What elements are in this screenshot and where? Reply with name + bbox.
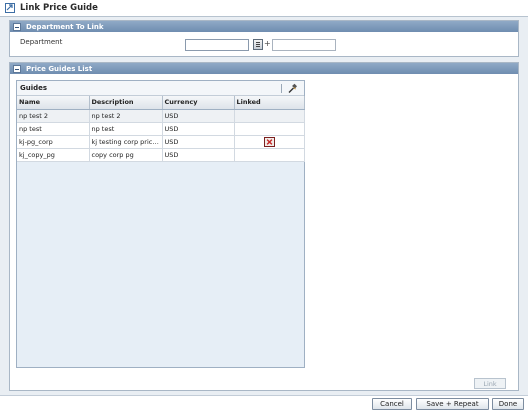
price-guides-body: Guides Name Description Currency Linked … <box>10 74 518 390</box>
cancel-button[interactable]: Cancel <box>372 398 412 410</box>
cell-currency: USD <box>162 109 235 123</box>
department-label: Department <box>20 38 63 46</box>
column-header-currency[interactable]: Currency <box>162 96 235 110</box>
table-row[interactable]: kj-pg_corp kj testing corp price... USD <box>17 135 305 149</box>
price-guides-panel-header: Price Guides List <box>10 63 518 74</box>
lookup-list-icon[interactable] <box>253 39 263 50</box>
guides-grid-toolbar: Guides <box>17 81 304 96</box>
save-repeat-button[interactable]: Save + Repeat <box>416 398 489 410</box>
guides-table: Name Description Currency Linked np test… <box>17 96 305 162</box>
table-row[interactable]: kj_copy_pg copy corp pg USD <box>17 148 305 162</box>
table-row[interactable]: np test 2 np test 2 USD <box>17 109 305 123</box>
guides-grid-title: Guides <box>20 84 48 92</box>
plus-icon: + <box>264 39 271 48</box>
cell-linked <box>234 135 305 149</box>
table-row[interactable]: np test np test USD <box>17 122 305 136</box>
cell-linked <box>234 148 305 162</box>
department-input[interactable] <box>185 39 249 51</box>
department-panel: Department To Link Department + <box>9 20 519 57</box>
edit-hammer-icon[interactable] <box>287 83 298 94</box>
toolbar-separator <box>281 84 282 93</box>
column-header-linked[interactable]: Linked <box>234 96 305 110</box>
cell-linked <box>234 122 305 136</box>
collapse-price-guides-button[interactable] <box>13 64 21 73</box>
price-guides-panel: Price Guides List Guides Name Descriptio… <box>9 62 519 391</box>
department-panel-title: Department To Link <box>26 22 104 31</box>
cell-description: kj testing corp price... <box>89 135 163 149</box>
cell-name: np test <box>17 122 90 136</box>
price-guides-panel-title: Price Guides List <box>26 64 93 73</box>
cell-currency: USD <box>162 122 235 136</box>
cell-description: copy corp pg <box>89 148 163 162</box>
cell-currency: USD <box>162 135 235 149</box>
collapse-department-button[interactable] <box>13 22 21 31</box>
table-header-row: Name Description Currency Linked <box>17 96 305 110</box>
guides-grid: Guides Name Description Currency Linked … <box>16 80 305 368</box>
cell-name: kj-pg_corp <box>17 135 90 149</box>
main-content: Department To Link Department + Price Gu… <box>0 17 528 395</box>
cell-name: kj_copy_pg <box>17 148 90 162</box>
linked-x-icon[interactable] <box>263 136 275 147</box>
cell-description: np test 2 <box>89 109 163 123</box>
window-titlebar: Link Price Guide <box>0 0 528 17</box>
cell-linked <box>234 109 305 123</box>
department-description-field <box>272 39 336 51</box>
link-window-icon <box>5 3 15 13</box>
cell-name: np test 2 <box>17 109 90 123</box>
footer-bar: Cancel Save + Repeat Done <box>0 395 528 411</box>
link-button[interactable]: Link <box>474 378 506 389</box>
department-row: Department + <box>10 32 518 56</box>
department-panel-header: Department To Link <box>10 21 518 32</box>
window-title: Link Price Guide <box>20 3 98 13</box>
cell-currency: USD <box>162 148 235 162</box>
done-button[interactable]: Done <box>492 398 524 410</box>
column-header-name[interactable]: Name <box>17 96 90 110</box>
cell-description: np test <box>89 122 163 136</box>
column-header-description[interactable]: Description <box>89 96 163 110</box>
